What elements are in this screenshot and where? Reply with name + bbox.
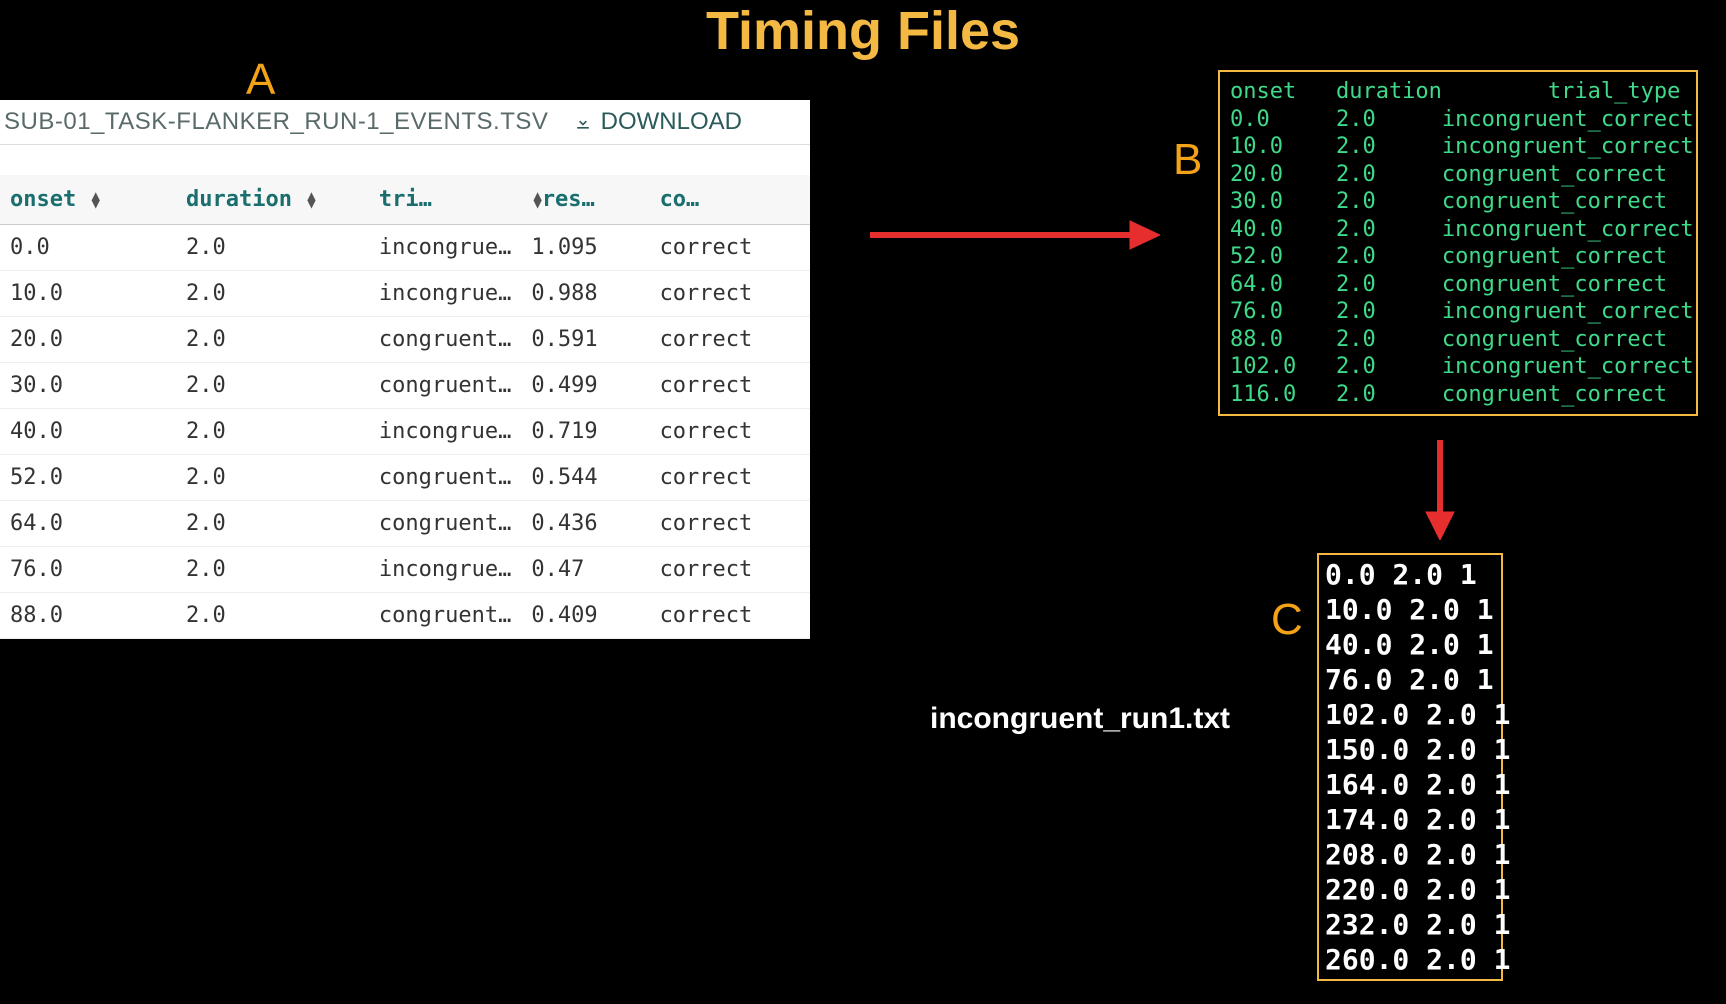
events-filename: SUB-01_TASK-FLANKER_RUN-1_EVENTS.TSV: [4, 108, 573, 136]
download-label: DOWNLOAD: [601, 108, 742, 136]
cell-onset: 0.0: [0, 225, 176, 271]
cell-onset: 40.0: [0, 409, 176, 455]
cell-res: 0.988: [521, 271, 649, 317]
cell-trial: incongrue…: [369, 225, 521, 271]
table-row: 64.02.0congruent…0.436correct: [0, 501, 810, 547]
panel-label-b: B: [1173, 135, 1202, 185]
cell-duration: 2.0: [176, 363, 369, 409]
cell-trial: incongrue…: [369, 547, 521, 593]
col-res[interactable]: ▲▼res…: [521, 175, 649, 225]
cell-res: 1.095: [521, 225, 649, 271]
col-onset[interactable]: onset ▲▼: [0, 175, 176, 225]
cell-res: 0.499: [521, 363, 649, 409]
panel-c-textfile: 0.0 2.0 1 10.0 2.0 1 40.0 2.0 1 76.0 2.0…: [1317, 553, 1503, 981]
cell-duration: 2.0: [176, 225, 369, 271]
cell-duration: 2.0: [176, 593, 369, 639]
cell-onset: 20.0: [0, 317, 176, 363]
cell-cor: correct: [650, 455, 810, 501]
panel-a-header: SUB-01_TASK-FLANKER_RUN-1_EVENTS.TSV DOW…: [0, 100, 810, 145]
cell-trial: incongrue…: [369, 271, 521, 317]
cell-trial: congruent…: [369, 501, 521, 547]
page-title: Timing Files: [706, 0, 1020, 62]
arrow-b-to-c: [1420, 440, 1460, 540]
download-icon: [573, 112, 593, 132]
cell-onset: 30.0: [0, 363, 176, 409]
cell-onset: 88.0: [0, 593, 176, 639]
table-row: 52.02.0congruent…0.544correct: [0, 455, 810, 501]
cell-res: 0.436: [521, 501, 649, 547]
cell-trial: incongrue…: [369, 409, 521, 455]
cell-cor: correct: [650, 593, 810, 639]
sort-icon: ▲▼: [307, 192, 315, 208]
table-row: 76.02.0incongrue…0.47correct: [0, 547, 810, 593]
cell-trial: congruent…: [369, 455, 521, 501]
cell-duration: 2.0: [176, 455, 369, 501]
table-row: 10.02.0incongrue…0.988correct: [0, 271, 810, 317]
table-row: 20.02.0congruent…0.591correct: [0, 317, 810, 363]
panel-c-filename: incongruent_run1.txt: [930, 702, 1230, 736]
table-row: 0.02.0incongrue…1.095correct: [0, 225, 810, 271]
arrow-a-to-b: [870, 215, 1160, 255]
cell-duration: 2.0: [176, 501, 369, 547]
cell-cor: correct: [650, 225, 810, 271]
cell-onset: 52.0: [0, 455, 176, 501]
cell-cor: correct: [650, 317, 810, 363]
cell-cor: correct: [650, 271, 810, 317]
cell-cor: correct: [650, 363, 810, 409]
download-button[interactable]: DOWNLOAD: [573, 108, 742, 136]
col-cor[interactable]: co…: [650, 175, 810, 225]
cell-trial: congruent…: [369, 593, 521, 639]
cell-res: 0.409: [521, 593, 649, 639]
panel-a-events-table: SUB-01_TASK-FLANKER_RUN-1_EVENTS.TSV DOW…: [0, 100, 810, 639]
cell-res: 0.719: [521, 409, 649, 455]
table-header-row: onset ▲▼ duration ▲▼ tri… ▲▼res… co…: [0, 175, 810, 225]
cell-onset: 64.0: [0, 501, 176, 547]
cell-cor: correct: [650, 501, 810, 547]
col-duration[interactable]: duration ▲▼: [176, 175, 369, 225]
cell-duration: 2.0: [176, 409, 369, 455]
cell-cor: correct: [650, 409, 810, 455]
cell-res: 0.591: [521, 317, 649, 363]
cell-cor: correct: [650, 547, 810, 593]
sort-icon: ▲▼: [91, 192, 99, 208]
col-trial[interactable]: tri…: [369, 175, 521, 225]
cell-duration: 2.0: [176, 271, 369, 317]
panel-b-terminal: onset duration trial_type 0.0 2.0 incong…: [1218, 70, 1698, 416]
cell-onset: 76.0: [0, 547, 176, 593]
cell-duration: 2.0: [176, 317, 369, 363]
cell-duration: 2.0: [176, 547, 369, 593]
table-row: 40.02.0incongrue…0.719correct: [0, 409, 810, 455]
panel-label-a: A: [246, 55, 275, 105]
cell-trial: congruent…: [369, 317, 521, 363]
sort-icon: ▲▼: [533, 192, 541, 208]
cell-trial: congruent…: [369, 363, 521, 409]
panel-label-c: C: [1271, 595, 1303, 645]
events-table: onset ▲▼ duration ▲▼ tri… ▲▼res… co… 0.0…: [0, 175, 810, 639]
table-row: 30.02.0congruent…0.499correct: [0, 363, 810, 409]
cell-onset: 10.0: [0, 271, 176, 317]
cell-res: 0.544: [521, 455, 649, 501]
table-row: 88.02.0congruent…0.409correct: [0, 593, 810, 639]
cell-res: 0.47: [521, 547, 649, 593]
